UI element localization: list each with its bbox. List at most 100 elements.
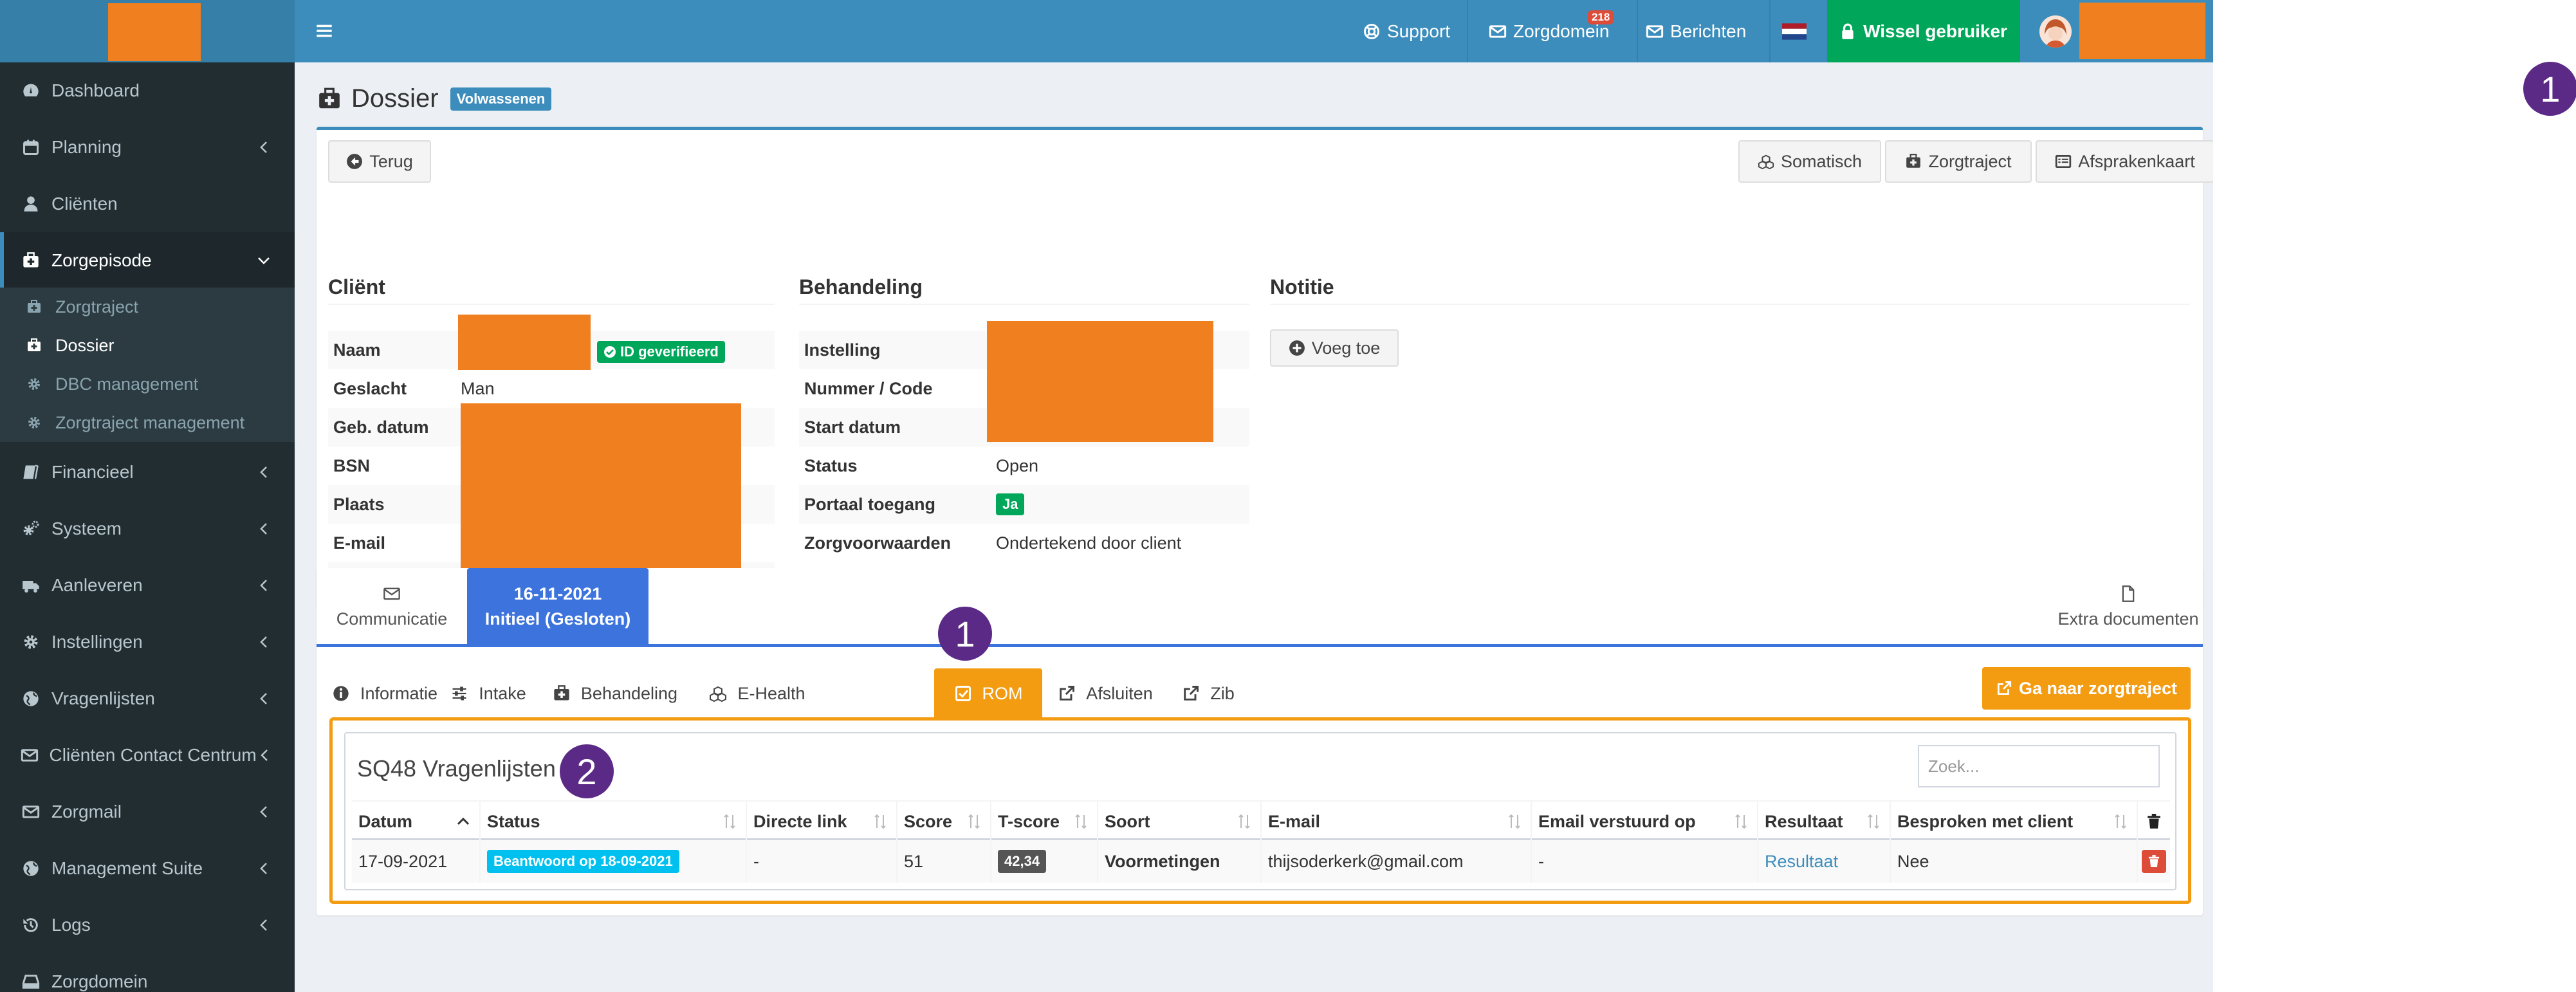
support-link[interactable]: Support xyxy=(1363,0,1450,62)
sidebar-subitem-dossier[interactable]: Dossier xyxy=(0,326,295,365)
client-key: Geb. datum xyxy=(333,417,429,437)
subtab-informatie[interactable]: Informatie xyxy=(329,668,440,719)
column-header-besproken[interactable]: Besproken met client xyxy=(1891,802,2138,841)
sidebar-item-clienten-contact-centrum[interactable]: Cliënten Contact Centrum xyxy=(0,727,295,784)
hamburger-menu-icon[interactable] xyxy=(315,22,333,40)
column-header-resultaat[interactable]: Resultaat xyxy=(1758,802,1891,841)
cell-soort: Voormetingen xyxy=(1098,840,1262,883)
tab-communicatie[interactable]: Communicatie xyxy=(317,568,467,645)
cell-delete xyxy=(2138,840,2170,883)
medkit-icon xyxy=(1906,154,1921,168)
back-button[interactable]: Terug xyxy=(328,140,431,183)
sidebar-item-instellingen[interactable]: Instellingen xyxy=(0,614,295,670)
subtab-afsluiten[interactable]: Afsluiten xyxy=(1042,668,1168,719)
cell-datum: 17-09-2021 xyxy=(352,840,481,883)
external-link-icon xyxy=(1184,686,1199,701)
cubes-icon xyxy=(710,686,727,703)
column-header-status[interactable]: Status xyxy=(481,802,747,841)
zorgtraject-button[interactable]: Zorgtraject xyxy=(1885,140,2032,183)
dashboard-icon xyxy=(19,82,42,100)
client-heading: Cliënt xyxy=(328,275,385,299)
chevron-left-icon xyxy=(255,579,273,592)
medkit-icon xyxy=(24,338,44,353)
sidebar-item-label: Planning xyxy=(51,137,122,157)
resultaat-link[interactable]: Resultaat xyxy=(1765,852,1838,872)
sidebar-item-vragenlijsten[interactable]: Vragenlijsten xyxy=(0,670,295,727)
sidebar-subitem-zorgtraject[interactable]: Zorgtraject xyxy=(0,288,295,326)
zorgdomein-link[interactable]: Zorgdomein xyxy=(1489,0,1609,62)
sidebar-item-planning[interactable]: Planning xyxy=(0,119,295,176)
add-note-button[interactable]: Voeg toe xyxy=(1270,329,1399,367)
sidebar-item-clienten[interactable]: Cliënten xyxy=(0,176,295,232)
sidebar-item-aanleveren[interactable]: Aanleveren xyxy=(0,557,295,614)
envelope-icon xyxy=(19,746,41,764)
calendar-icon xyxy=(19,138,42,156)
column-header-t-score[interactable]: T-score xyxy=(991,802,1098,841)
medkit-icon xyxy=(19,252,42,270)
sidebar-item-dashboard[interactable]: Dashboard xyxy=(0,62,295,119)
subtab-ehealth[interactable]: E-Health xyxy=(694,668,821,719)
tab-extra-documenten[interactable]: Extra documenten xyxy=(2054,568,2203,645)
sidebar-item-label: Systeem xyxy=(51,519,122,538)
sort-icon xyxy=(2115,814,2126,829)
netherlands-flag-icon xyxy=(1782,23,1807,40)
behandeling-row-status: Status Open xyxy=(799,446,1249,485)
sidebar-item-systeem[interactable]: Systeem xyxy=(0,501,295,557)
column-header-email[interactable]: E-mail xyxy=(1262,802,1532,841)
globe-icon xyxy=(19,859,42,877)
sidebar-item-management-suite[interactable]: Management Suite xyxy=(0,840,295,897)
table-header: Datum Status Directe link Score T-score … xyxy=(352,800,2170,841)
sidebar-item-label: Financieel xyxy=(51,462,134,482)
berichten-link[interactable]: Berichten xyxy=(1646,0,1746,62)
column-header-soort[interactable]: Soort xyxy=(1098,802,1262,841)
subtab-behandeling[interactable]: Behandeling xyxy=(537,668,694,719)
sidebar-item-label: Zorgepisode xyxy=(51,250,152,270)
cell-status: Beantwoord op 18-09-2021 xyxy=(481,840,747,883)
sidebar-item-zorgepisode[interactable]: Zorgepisode xyxy=(0,232,295,289)
avatar[interactable] xyxy=(2039,15,2072,48)
sort-icon xyxy=(1509,814,1520,829)
column-header-directe-link[interactable]: Directe link xyxy=(747,802,897,841)
external-link-icon xyxy=(1060,686,1075,701)
sidebar-item-label: Logs xyxy=(51,915,91,935)
user-icon xyxy=(19,195,42,213)
afsprakenkaart-button[interactable]: Afsprakenkaart xyxy=(2036,140,2214,183)
search-input[interactable] xyxy=(1918,745,2160,787)
top-navbar: Support Zorgdomein 218 Berichten Wissel … xyxy=(295,0,2213,62)
sidebar-item-financieel[interactable]: Financieel xyxy=(0,444,295,501)
sidebar-subitem-dbc-management[interactable]: DBC management xyxy=(0,365,295,403)
sort-icon xyxy=(1238,814,1250,829)
tab-initieel[interactable]: 16-11-2021 Initieel (Gesloten) xyxy=(467,568,649,645)
table-title: SQ48 Vragenlijsten xyxy=(357,755,556,782)
sidebar-subitem-label: Zorgtraject management xyxy=(55,412,245,432)
info-circle-icon xyxy=(333,686,349,701)
envelope-icon xyxy=(1646,24,1664,38)
column-header-score[interactable]: Score xyxy=(897,802,991,841)
subtab-rom[interactable]: ROM xyxy=(934,668,1042,719)
sidebar-item-zorgmail[interactable]: Zorgmail xyxy=(0,784,295,840)
chevron-left-icon xyxy=(255,141,273,154)
history-icon xyxy=(19,916,42,934)
chevron-left-icon xyxy=(255,862,273,875)
cell-score: 51 xyxy=(897,840,991,883)
redacted-username[interactable] xyxy=(2079,3,2205,59)
logo-area[interactable] xyxy=(0,0,295,62)
switch-user-button[interactable]: Wissel gebruiker xyxy=(1827,0,2020,62)
goto-zorgtraject-button[interactable]: Ga naar zorgtraject xyxy=(1982,667,2191,710)
column-header-datum[interactable]: Datum xyxy=(352,802,481,841)
somatisch-button[interactable]: Somatisch xyxy=(1738,140,1881,183)
id-verified-label: ID geverifieerd xyxy=(620,344,719,360)
sidebar-item-zorgdomein[interactable]: Zorgdomein xyxy=(0,953,295,992)
delete-row-button[interactable] xyxy=(2142,850,2166,873)
chevron-left-icon xyxy=(255,805,273,818)
sidebar-item-logs[interactable]: Logs xyxy=(0,897,295,953)
annotation-marker: 2 xyxy=(560,744,614,798)
subtab-zib[interactable]: Zib xyxy=(1168,668,1248,719)
subtab-intake[interactable]: Intake xyxy=(440,668,537,719)
episode-tabs-box: Communicatie 16-11-2021 Initieel (Geslot… xyxy=(317,568,2203,915)
lock-icon xyxy=(1842,23,1854,39)
column-header-email-verstuurd[interactable]: Email verstuurd op xyxy=(1532,802,1758,841)
sidebar-subitem-zorgtraject-management[interactable]: Zorgtraject management xyxy=(0,403,295,442)
subtab-label: Zib xyxy=(1210,683,1235,703)
language-selector[interactable] xyxy=(1782,0,1813,62)
